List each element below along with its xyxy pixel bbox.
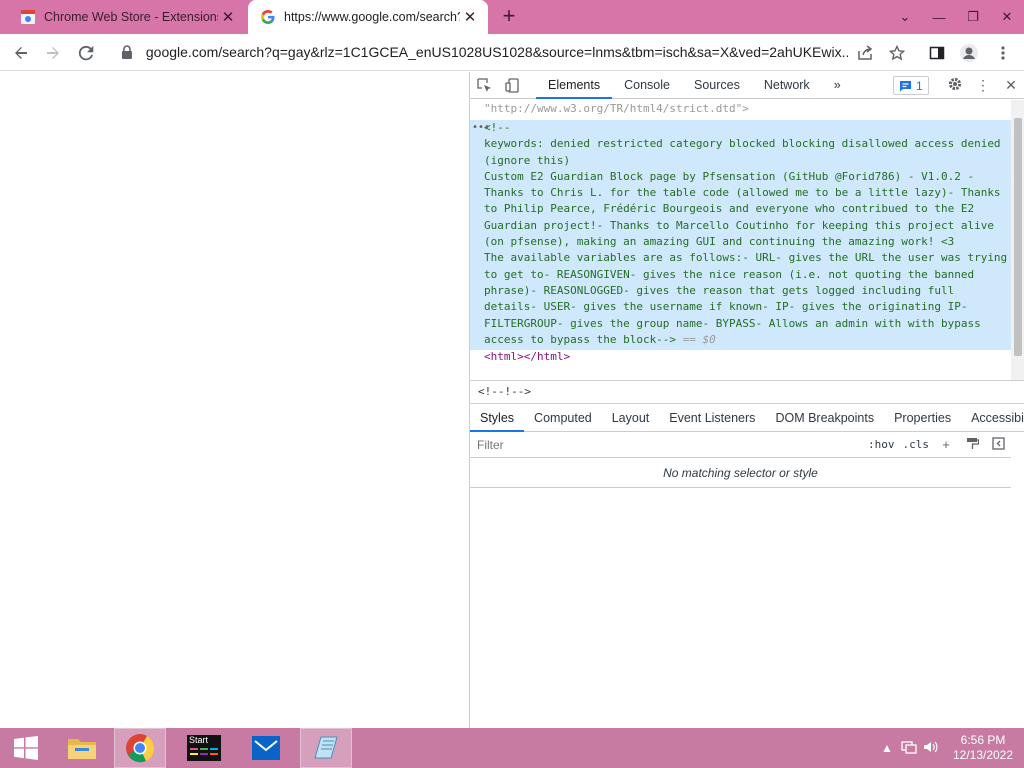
issues-counter-button[interactable]: 1 (893, 76, 929, 95)
new-tab-button[interactable]: + (498, 5, 520, 28)
computed-sidebar-icon[interactable] (985, 436, 1011, 453)
browser-menu-icon[interactable] (990, 40, 1016, 66)
notepad-icon (314, 736, 338, 759)
minimize-button[interactable]: — (922, 10, 956, 25)
windows-start-button[interactable] (0, 728, 52, 768)
taskbar: Start ▲ 6:56 PM 12/13/2022 (0, 728, 1024, 768)
close-tab-icon[interactable]: ✕ (460, 7, 480, 27)
close-tab-icon[interactable]: ✕ (218, 7, 238, 27)
close-devtools-icon[interactable]: ✕ (997, 77, 1024, 94)
doctype-text: "http://www.w3.org/TR/html4/strict.dtd"> (484, 102, 749, 115)
inspect-element-icon[interactable] (470, 72, 498, 99)
comment-open: <!-- (484, 121, 511, 134)
notepad-button[interactable] (300, 728, 352, 768)
comment-line: Custom E2 Guardian Block page by Pfsensa… (484, 169, 1008, 249)
styles-scrollbar[interactable] (1011, 432, 1024, 728)
tab-properties[interactable]: Properties (884, 405, 961, 432)
tab-title: Chrome Web Store - Extensions (44, 10, 218, 24)
google-icon (261, 10, 275, 24)
reload-icon[interactable] (73, 40, 99, 66)
system-tray: ▲ 6:56 PM 12/13/2022 (876, 728, 1024, 768)
paint-roller-icon[interactable] (959, 437, 985, 453)
tab-elements[interactable]: Elements (536, 72, 613, 99)
tab-console[interactable]: Console (612, 72, 682, 99)
page-content[interactable] (0, 72, 469, 728)
styles-filter-bar: :hov .cls + (470, 432, 1011, 458)
windows-logo-icon (14, 736, 38, 760)
tab-event-listeners[interactable]: Event Listeners (659, 405, 765, 432)
selected-comment-node[interactable]: ••• <!-- keywords: denied restricted cat… (470, 120, 1011, 351)
elements-tree[interactable]: "http://www.w3.org/TR/html4/strict.dtd">… (470, 100, 1011, 380)
comment-line: The available variables are as follows:-… (484, 250, 1011, 348)
bookmark-star-icon[interactable] (884, 40, 910, 66)
start-app-icon: Start (187, 735, 221, 761)
chrome-web-store-icon (21, 10, 35, 24)
lock-icon[interactable] (120, 45, 134, 59)
issues-count: 1 (916, 78, 923, 93)
address-bar[interactable]: google.com/search?q=gay&rlz=1C1GCEA_enUS… (108, 37, 848, 67)
profile-avatar-icon[interactable] (956, 40, 982, 66)
comment-text: The available variables are as follows:-… (484, 251, 1008, 346)
show-hidden-icons-icon[interactable]: ▲ (876, 741, 898, 755)
devtools-tabbar: Elements Console Sources Network » 1 ⋮ ✕ (470, 72, 1024, 99)
settings-gear-icon[interactable] (941, 77, 969, 94)
styles-filter-input[interactable] (470, 433, 864, 456)
message-icon (900, 80, 911, 91)
network-icon[interactable] (898, 740, 920, 757)
new-style-rule-icon[interactable]: + (933, 437, 959, 452)
mail-icon (252, 736, 280, 760)
more-tabs-icon[interactable]: » (822, 72, 853, 99)
tab-google-search[interactable]: https://www.google.com/search? ✕ (248, 0, 488, 34)
browser-toolbar: google.com/search?q=gay&rlz=1C1GCEA_enUS… (0, 34, 1024, 71)
no-matching-style-message: No matching selector or style (470, 462, 1011, 488)
tab-accessibility[interactable]: Accessibility (961, 405, 1024, 432)
clock[interactable]: 6:56 PM 12/13/2022 (942, 733, 1024, 763)
chrome-taskbar-button[interactable] (114, 728, 166, 768)
devtools-panel: Elements Console Sources Network » 1 ⋮ ✕… (469, 72, 1024, 728)
console-ref: == $0 (682, 332, 716, 346)
tab-computed[interactable]: Computed (524, 405, 602, 432)
tab-strip: Chrome Web Store - Extensions ✕ https://… (0, 0, 1024, 34)
clock-date: 12/13/2022 (952, 748, 1014, 762)
folder-icon (68, 739, 96, 759)
device-toolbar-icon[interactable] (498, 72, 526, 99)
clock-time: 6:56 PM (960, 733, 1006, 747)
chrome-icon (126, 734, 155, 763)
tab-chrome-web-store[interactable]: Chrome Web Store - Extensions ✕ (8, 0, 246, 34)
start-app-button[interactable]: Start (178, 728, 230, 768)
url-text: google.com/search?q=gay&rlz=1C1GCEA_enUS… (145, 44, 848, 60)
elements-scrollbar[interactable] (1011, 100, 1024, 380)
comment-line: keywords: denied restricted category blo… (484, 137, 1008, 167)
tab-dom-breakpoints[interactable]: DOM Breakpoints (765, 405, 884, 432)
tab-sources[interactable]: Sources (682, 72, 752, 99)
tab-search-icon[interactable]: ⌄ (888, 9, 922, 25)
cls-toggle[interactable]: .cls (899, 438, 934, 451)
customize-menu-icon[interactable]: ⋮ (969, 77, 997, 94)
side-panel-icon[interactable] (924, 40, 950, 66)
restore-button[interactable]: ❐ (956, 9, 990, 25)
tab-network[interactable]: Network (752, 72, 822, 99)
back-icon[interactable] (8, 40, 34, 66)
forward-icon[interactable] (40, 40, 66, 66)
tab-layout[interactable]: Layout (602, 405, 660, 432)
node-actions-icon[interactable]: ••• (472, 120, 490, 136)
html-element-node[interactable]: <html></html> (484, 350, 570, 363)
share-icon[interactable] (852, 40, 878, 66)
volume-icon[interactable] (920, 740, 942, 757)
mail-button[interactable] (240, 728, 292, 768)
file-explorer-button[interactable] (56, 728, 108, 768)
start-app-label: Start (189, 735, 209, 745)
hov-toggle[interactable]: :hov (864, 438, 899, 451)
tab-title: https://www.google.com/search? (284, 10, 460, 24)
close-window-button[interactable]: ✕ (990, 9, 1024, 25)
styles-tabbar: Styles Computed Layout Event Listeners D… (470, 405, 1024, 432)
breadcrumb[interactable]: <!--!--> (470, 380, 1024, 404)
scrollbar-thumb[interactable] (1014, 118, 1022, 356)
tab-styles[interactable]: Styles (470, 405, 525, 432)
window-controls: ⌄ — ❐ ✕ (888, 0, 1024, 34)
devtools-actions: ⋮ ✕ (941, 72, 1024, 99)
